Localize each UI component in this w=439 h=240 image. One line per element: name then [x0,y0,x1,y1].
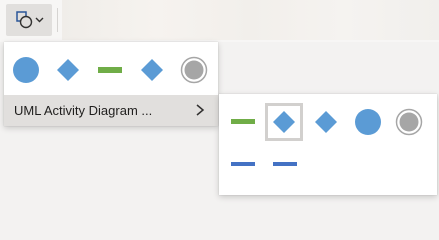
shape-circle[interactable] [9,53,43,87]
bar-icon [231,119,255,124]
circle-icon [13,57,39,83]
toolbar-separator [57,8,58,32]
flyout-shape-diamond-selected[interactable] [265,103,303,141]
shape-diamond[interactable] [51,53,85,87]
diamond-icon [315,111,337,133]
bar-icon [273,162,297,166]
diamond-icon [57,59,79,81]
shapes-icon [16,11,44,29]
toolbar-blurred-area [62,0,439,40]
final-node-icon [395,108,423,136]
diamond-icon [273,111,295,133]
submenu-label: UML Activity Diagram ... [14,103,153,118]
flyout-shape-circle[interactable] [351,105,385,139]
final-node-icon [180,56,208,84]
flyout-shape-diamond[interactable] [309,105,343,139]
bar-icon [231,162,255,166]
shapes-button[interactable] [6,4,52,36]
toolbar [0,0,439,42]
shapes-dropdown: UML Activity Diagram ... [4,42,218,126]
shape-final-node[interactable] [177,53,211,87]
shape-bar[interactable] [93,53,127,87]
circle-icon [355,109,381,135]
uml-activity-flyout [219,94,437,195]
flyout-shape-final-node[interactable] [392,105,426,139]
shape-diamond-2[interactable] [135,53,169,87]
flyout-shape-bar-blue[interactable] [226,146,260,180]
diamond-icon [141,59,163,81]
chevron-right-icon [196,104,205,116]
flyout-shape-bar-blue-2[interactable] [268,146,302,180]
chevron-down-icon [35,17,44,23]
flyout-shape-bar[interactable] [226,105,260,139]
bar-icon [98,67,122,73]
uml-activity-submenu-item[interactable]: UML Activity Diagram ... [4,95,218,126]
